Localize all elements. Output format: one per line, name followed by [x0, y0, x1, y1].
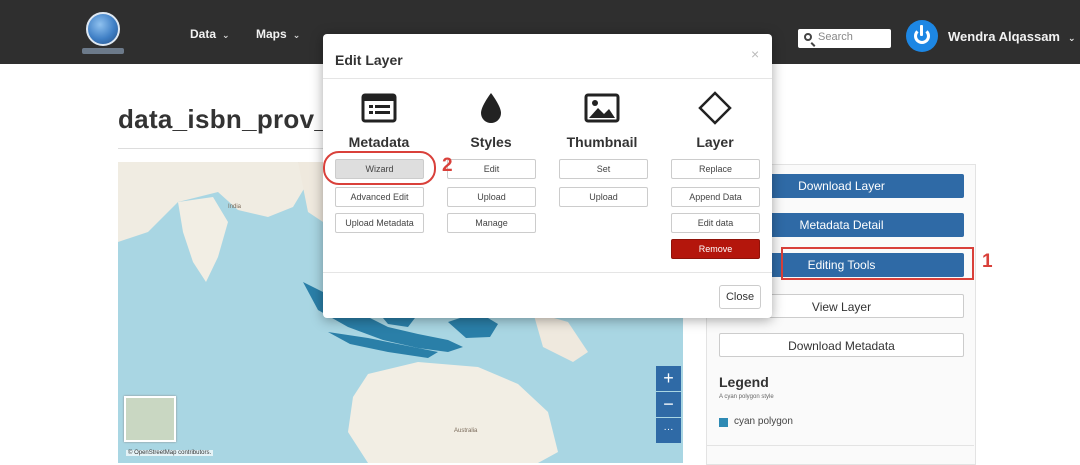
upload-style-button[interactable]: Upload — [447, 187, 536, 207]
map-attribution: © OpenStreetMap contributors. — [126, 450, 214, 456]
close-button[interactable]: Close — [719, 285, 761, 309]
divider — [707, 445, 974, 446]
close-icon[interactable]: × — [751, 46, 759, 62]
edit-style-button[interactable]: Edit — [447, 159, 536, 179]
globe-logo-icon[interactable] — [86, 12, 120, 46]
set-thumbnail-button[interactable]: Set — [559, 159, 648, 179]
legend-title: Legend — [719, 374, 769, 390]
upload-metadata-button[interactable]: Upload Metadata — [335, 213, 424, 233]
legend-subtitle: A cyan polygon style — [719, 394, 774, 400]
download-metadata-button[interactable]: Download Metadata — [719, 333, 964, 357]
basemap-switcher[interactable] — [124, 396, 176, 442]
search-placeholder: Search — [818, 31, 853, 43]
droplet-icon — [481, 93, 501, 123]
annotation-highlight-wizard — [323, 151, 436, 185]
chevron-down-icon: ⌄ — [1068, 33, 1076, 43]
power-icon[interactable] — [906, 20, 938, 52]
list-icon — [361, 93, 397, 123]
divider — [323, 272, 772, 273]
column-heading-layer: Layer — [696, 134, 734, 150]
annotation-step-2: 2 — [442, 155, 453, 176]
nav-menu-data-label: Data — [190, 27, 217, 41]
annotation-step-1: 1 — [982, 251, 993, 272]
advanced-edit-button[interactable]: Advanced Edit — [335, 187, 424, 207]
modal-title: Edit Layer — [335, 52, 403, 68]
replace-layer-button[interactable]: Replace — [671, 159, 760, 179]
append-data-button[interactable]: Append Data — [671, 187, 760, 207]
column-heading-metadata: Metadata — [348, 134, 410, 150]
search-input[interactable]: Search — [798, 29, 891, 48]
manage-styles-button[interactable]: Manage — [447, 213, 536, 233]
edit-data-button[interactable]: Edit data — [671, 213, 760, 233]
remove-layer-button[interactable]: Remove — [671, 239, 760, 259]
user-name: Wendra Alqassam — [948, 29, 1060, 44]
upload-thumbnail-button[interactable]: Upload — [559, 187, 648, 207]
logo-base — [82, 48, 124, 54]
annotation-highlight-editing-tools — [781, 247, 974, 280]
legend-item-label: cyan polygon — [734, 416, 793, 427]
search-icon — [804, 33, 812, 41]
nav-menu-data[interactable]: Data ⌄ — [190, 0, 230, 64]
image-icon — [584, 93, 620, 123]
zoom-in-button[interactable]: + — [656, 366, 681, 391]
more-options-button[interactable]: ··· — [656, 418, 681, 443]
nav-menu-maps[interactable]: Maps ⌄ — [256, 0, 300, 64]
column-heading-styles: Styles — [470, 134, 512, 150]
user-menu[interactable]: Wendra Alqassam ⌄ — [948, 0, 1076, 75]
chevron-down-icon: ⌄ — [222, 30, 230, 40]
column-heading-thumbnail: Thumbnail — [566, 134, 638, 150]
diamond-icon — [698, 91, 732, 125]
map-label-australia: Australia — [454, 428, 478, 434]
divider — [323, 78, 772, 79]
nav-menu-maps-label: Maps — [256, 27, 287, 41]
map-label-india: India — [228, 204, 242, 210]
legend-swatch — [719, 418, 728, 427]
zoom-out-button[interactable]: − — [656, 392, 681, 417]
chevron-down-icon: ⌄ — [292, 30, 301, 40]
